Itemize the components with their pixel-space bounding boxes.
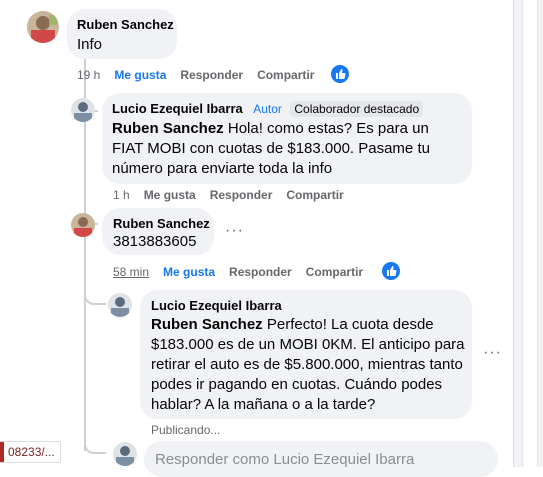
- reply-button[interactable]: Responder: [180, 68, 243, 82]
- share-button[interactable]: Compartir: [286, 188, 343, 202]
- share-button[interactable]: Compartir: [257, 68, 314, 82]
- comment-bubble-3: Ruben Sanchez 3813883605: [102, 208, 214, 255]
- comment-time[interactable]: 19 h: [77, 68, 100, 82]
- reply-button[interactable]: Responder: [210, 188, 273, 202]
- status-bar-url-text: 08233/...: [8, 445, 55, 459]
- top-contributor-badge: Colaborador destacado: [290, 101, 424, 117]
- avatar-lucio[interactable]: [113, 442, 137, 466]
- like-button[interactable]: Me gusta: [114, 68, 166, 82]
- comment-bubble-1: Ruben Sanchez Info: [67, 9, 177, 59]
- more-dots-icon[interactable]: ···: [483, 344, 502, 362]
- like-thumb-icon[interactable]: [382, 262, 400, 280]
- author-tag: Autor: [253, 102, 282, 116]
- comment-author[interactable]: Ruben Sanchez: [113, 216, 210, 231]
- reply-placeholder: Responder como Lucio Ezequiel Ibarra: [155, 451, 415, 468]
- like-button[interactable]: Me gusta: [144, 188, 196, 202]
- avatar-ruben[interactable]: [71, 213, 95, 237]
- comment-text: 3813883605: [113, 233, 197, 250]
- status-bar-url: 08233/...: [0, 441, 61, 463]
- comment-time[interactable]: 1 h: [113, 188, 130, 202]
- avatar-lucio[interactable]: [108, 293, 132, 317]
- mention-link[interactable]: Ruben Sanchez: [151, 316, 263, 333]
- reply-input[interactable]: Responder como Lucio Ezequiel Ibarra: [144, 441, 498, 477]
- mention-link[interactable]: Ruben Sanchez: [112, 120, 224, 137]
- scrollbar-track[interactable]: [522, 0, 538, 467]
- like-button[interactable]: Me gusta: [163, 265, 215, 279]
- comment-author[interactable]: Lucio Ezequiel Ibarra: [112, 101, 243, 116]
- comment-text: Info: [77, 36, 103, 53]
- comment-actions-1: 19 h Me gusta Responder Compartir: [77, 68, 328, 82]
- reply-button[interactable]: Responder: [229, 265, 292, 279]
- comment-author[interactable]: Ruben Sanchez: [77, 17, 174, 32]
- comment-header: Lucio Ezequiel Ibarra Autor Colaborador …: [112, 100, 424, 118]
- avatar-ruben[interactable]: [27, 11, 59, 43]
- scrollbar[interactable]: [513, 0, 543, 467]
- thread-curve-reply-3: [84, 285, 106, 305]
- comment-body: Ruben Sanchez Hola! como estas? Es para …: [112, 119, 464, 179]
- posting-status: Publicando...: [151, 423, 221, 437]
- avatar-lucio[interactable]: [71, 98, 95, 122]
- comment-actions-2: 1 h Me gusta Responder Compartir: [113, 188, 358, 202]
- comment-bubble-4: Lucio Ezequiel Ibarra Ruben Sanchez Perf…: [140, 290, 472, 419]
- thread-curve-reply-box: [84, 430, 106, 454]
- like-thumb-icon[interactable]: [331, 65, 349, 83]
- comment-time[interactable]: 58 min: [113, 265, 149, 279]
- comment-body: Ruben Sanchez Perfecto! La cuota desde $…: [151, 315, 467, 415]
- comment-actions-3: 58 min Me gusta Responder Compartir: [113, 265, 377, 279]
- comment-author[interactable]: Lucio Ezequiel Ibarra: [151, 298, 282, 313]
- more-dots-icon[interactable]: ···: [225, 222, 244, 240]
- comment-bubble-2: Lucio Ezequiel Ibarra Autor Colaborador …: [102, 93, 472, 184]
- share-button[interactable]: Compartir: [306, 265, 363, 279]
